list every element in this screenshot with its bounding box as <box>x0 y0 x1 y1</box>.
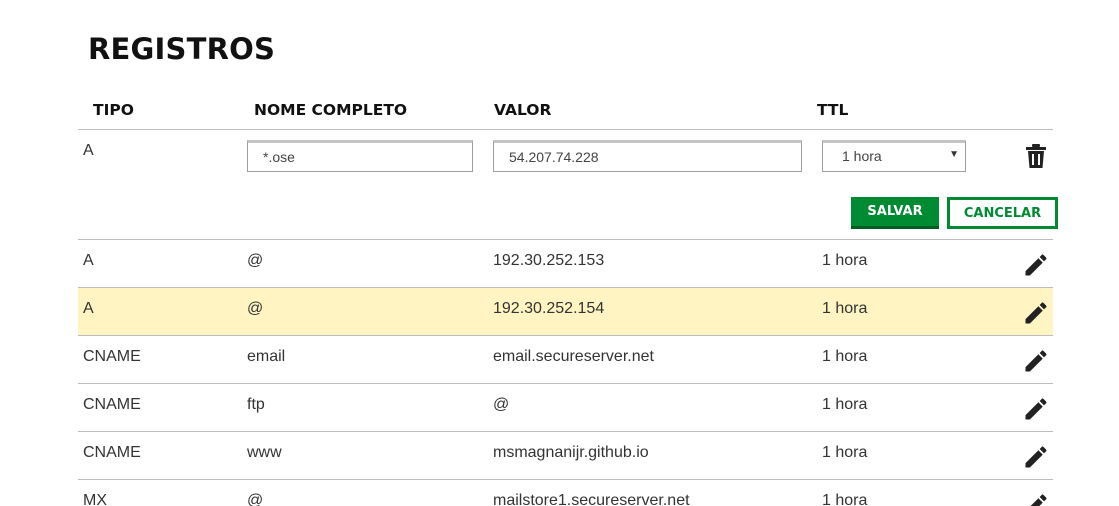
trash-icon[interactable] <box>1024 143 1048 169</box>
record-ttl: 1 hora <box>822 300 868 317</box>
pencil-icon[interactable] <box>1022 491 1050 506</box>
edit-row-type: A <box>83 142 94 159</box>
column-header-ttl: TTL <box>817 101 849 119</box>
record-value: email.secureserver.net <box>493 348 654 365</box>
record-type: CNAME <box>83 348 141 365</box>
record-ttl: 1 hora <box>822 348 868 365</box>
record-value: msmagnanijr.github.io <box>493 444 649 461</box>
pencil-icon[interactable] <box>1022 251 1050 279</box>
record-type: CNAME <box>83 396 141 413</box>
column-header-value: VALOR <box>494 101 552 119</box>
save-button[interactable]: SALVAR <box>851 197 939 229</box>
column-header-name: NOME COMPLETO <box>254 101 408 119</box>
record-ttl: 1 hora <box>822 492 868 506</box>
page-title: REGISTROS <box>88 32 276 66</box>
record-type: A <box>83 252 94 269</box>
cancel-button[interactable]: CANCELAR <box>947 197 1058 229</box>
record-ttl: 1 hora <box>822 396 868 413</box>
record-value: 192.30.252.153 <box>493 252 605 269</box>
record-type: MX <box>83 492 107 506</box>
record-name: @ <box>247 252 264 269</box>
record-name: @ <box>247 300 264 317</box>
record-name: @ <box>247 492 264 506</box>
table-row: CNAME email email.secureserver.net 1 hor… <box>78 335 1053 383</box>
record-name: ftp <box>247 396 265 413</box>
table-row: A @ 192.30.252.154 1 hora <box>78 287 1053 335</box>
pencil-icon[interactable] <box>1022 347 1050 375</box>
record-value: mailstore1.secureserver.net <box>493 492 690 506</box>
record-value: 192.30.252.154 <box>493 300 605 317</box>
column-header-type: TIPO <box>93 101 134 119</box>
table-row: MX @ mailstore1.secureserver.net 1 hora <box>78 479 1053 506</box>
table-row: CNAME ftp @ 1 hora <box>78 383 1053 431</box>
pencil-icon[interactable] <box>1022 299 1050 327</box>
record-value: @ <box>493 396 510 413</box>
record-type: A <box>83 300 94 317</box>
ttl-select-value: 1 hora <box>842 148 882 164</box>
record-ttl: 1 hora <box>822 252 868 269</box>
header-divider <box>78 129 1053 130</box>
pencil-icon[interactable] <box>1022 443 1050 471</box>
table-row: A @ 192.30.252.153 1 hora <box>78 239 1053 287</box>
name-input[interactable] <box>247 140 473 172</box>
pencil-icon[interactable] <box>1022 395 1050 423</box>
ttl-select[interactable]: 1 hora ▼ <box>822 140 966 172</box>
record-type: CNAME <box>83 444 141 461</box>
record-name: www <box>247 444 282 461</box>
value-input[interactable] <box>493 140 802 172</box>
record-ttl: 1 hora <box>822 444 868 461</box>
record-name: email <box>247 348 286 365</box>
dropdown-arrow-icon: ▼ <box>949 149 959 160</box>
table-row: CNAME www msmagnanijr.github.io 1 hora <box>78 431 1053 479</box>
